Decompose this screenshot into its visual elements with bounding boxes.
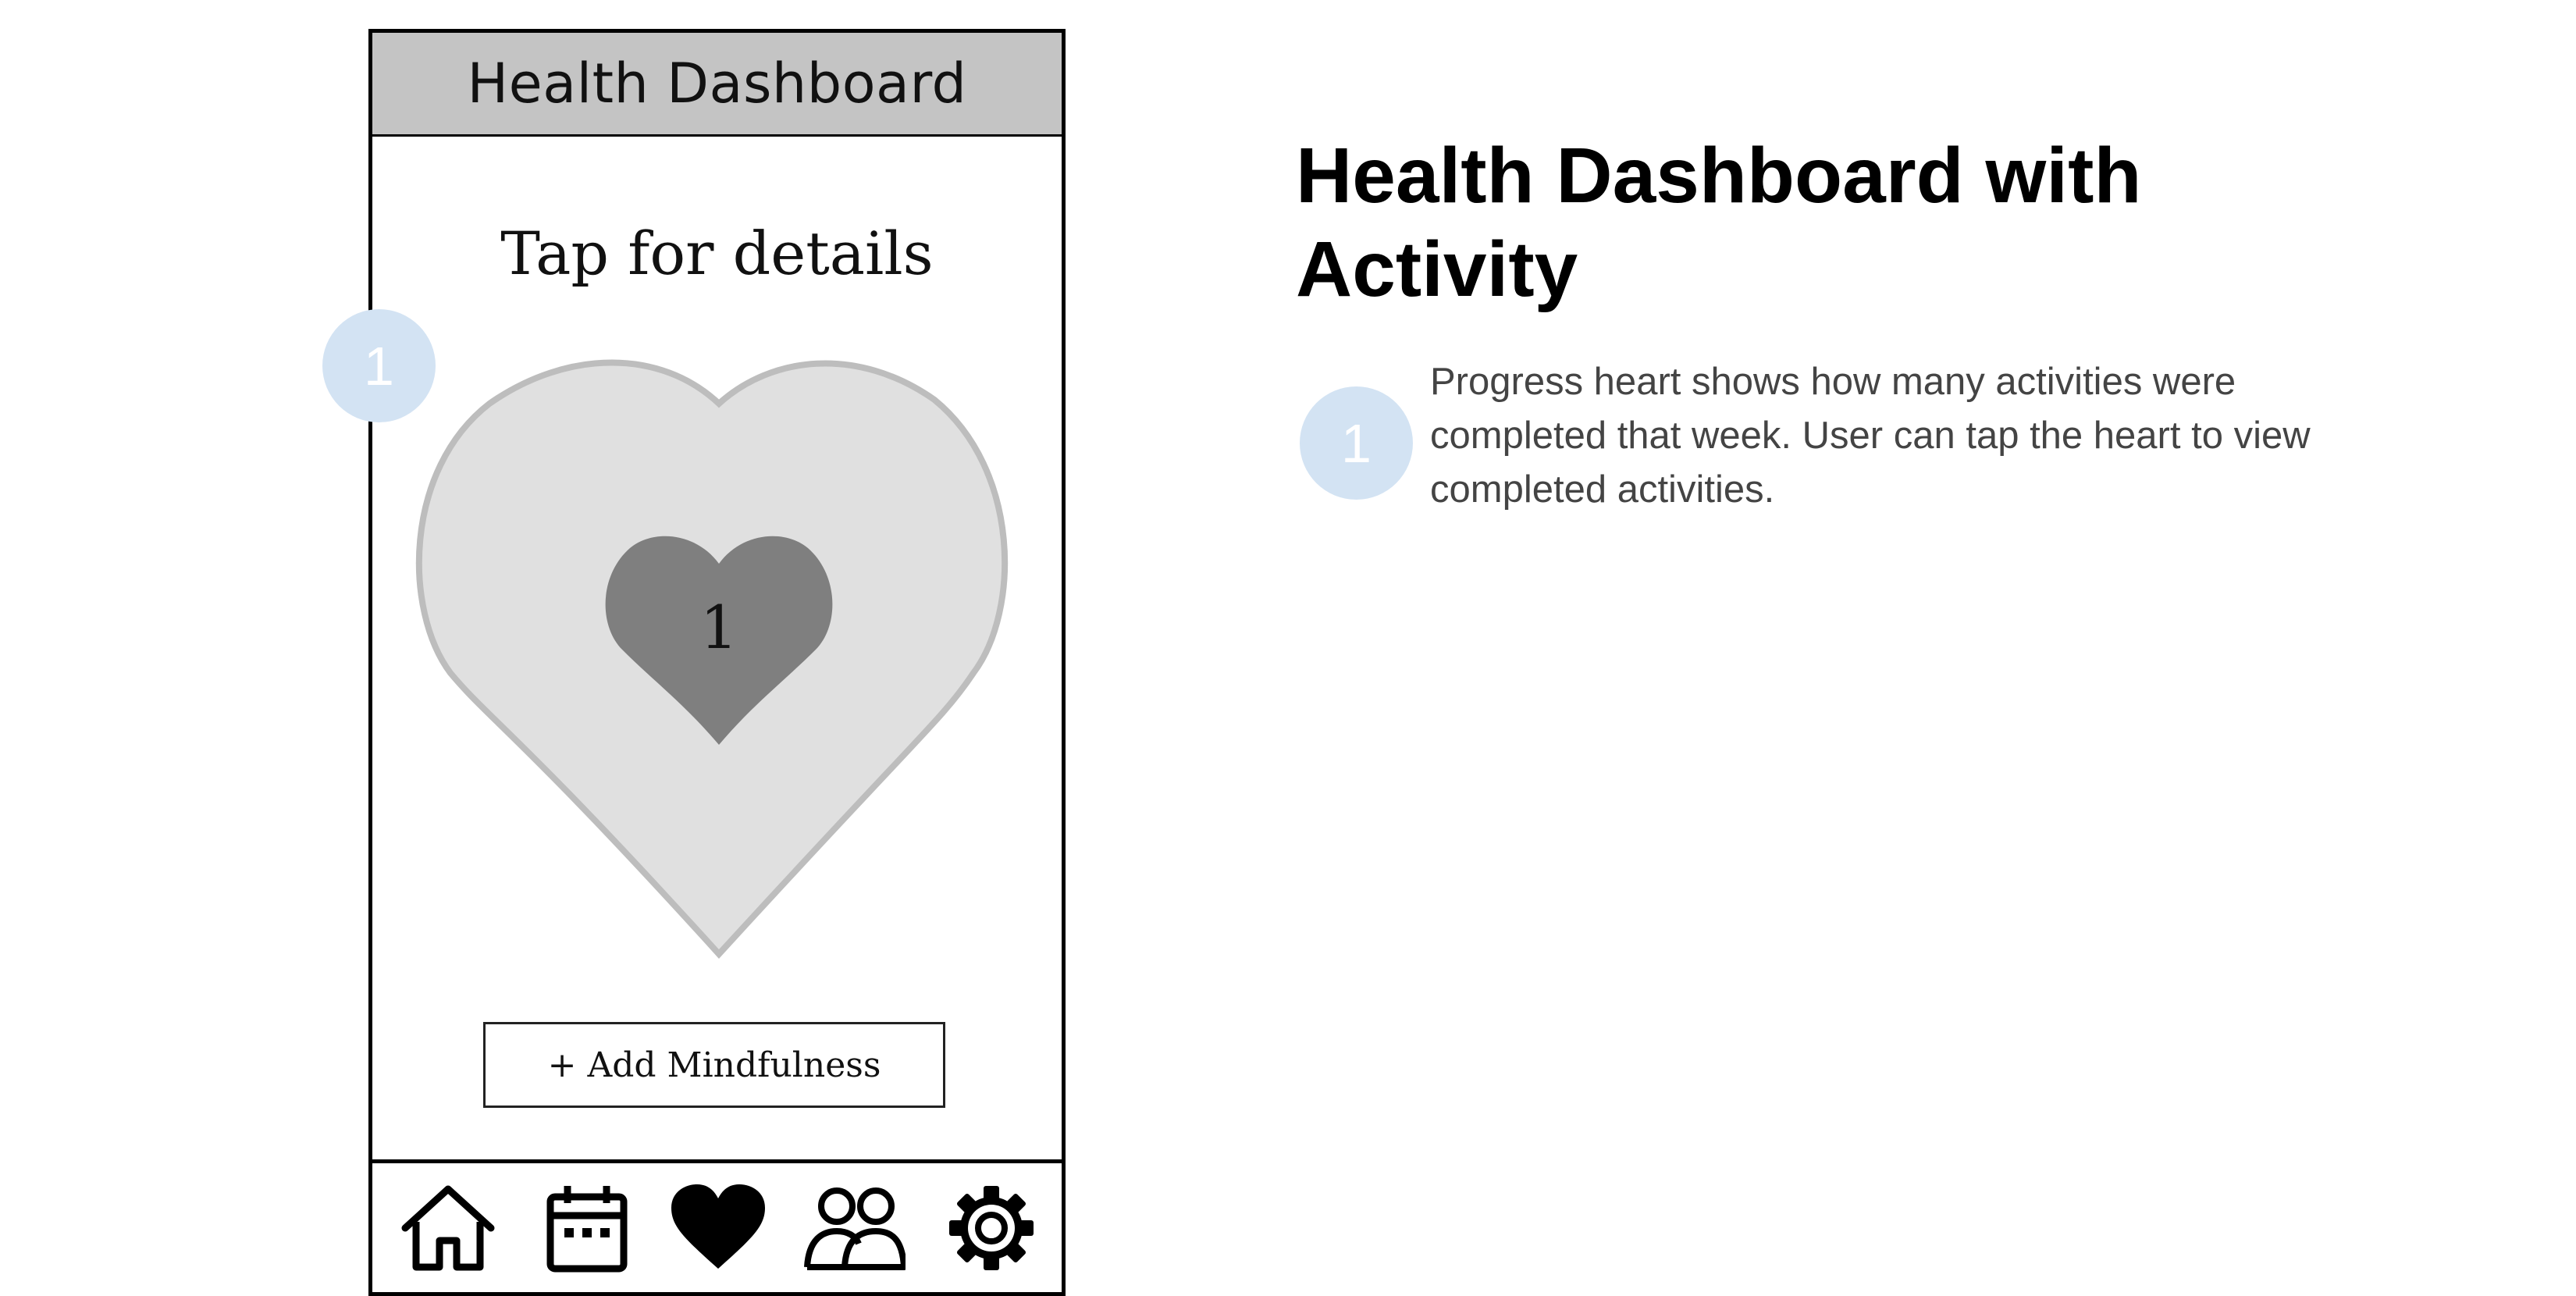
bottom-tab-bar (372, 1159, 1062, 1292)
add-mindfulness-button[interactable]: + Add Mindfulness (483, 1022, 945, 1108)
people-icon[interactable] (804, 1183, 907, 1273)
progress-count: 1 (700, 593, 738, 662)
annotation-note: Progress heart shows how many activities… (1430, 361, 2311, 511)
annotation-title: Health Dashboard with Activity (1296, 132, 2142, 313)
home-icon[interactable] (397, 1183, 499, 1273)
note-marker: 1 (1300, 386, 1413, 500)
calendar-icon[interactable] (536, 1183, 638, 1273)
heart-icon[interactable] (667, 1183, 769, 1273)
callout-marker: 1 (322, 309, 436, 422)
gear-icon[interactable] (941, 1183, 1042, 1273)
phone-mockup: Health Dashboard Tap for details 1 + Add… (368, 29, 1066, 1296)
